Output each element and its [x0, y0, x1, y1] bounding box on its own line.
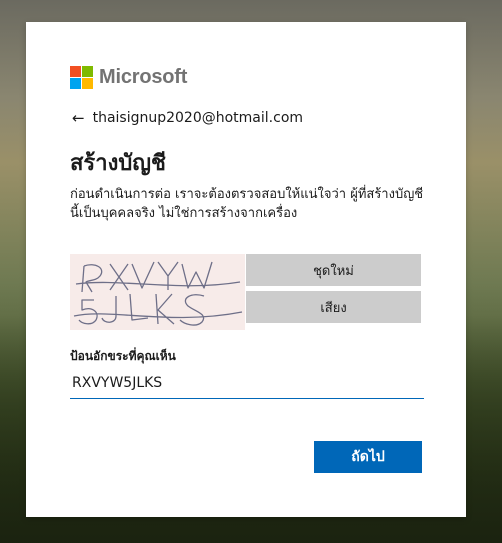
page-description: ก่อนดำเนินการต่อ เราจะต้องตรวจสอบให้แน่ใ…: [70, 187, 424, 221]
captcha-input-label: ป้อนอักขระที่คุณเห็น: [70, 349, 176, 363]
logo-square-green: [82, 66, 93, 77]
logo-square-yellow: [82, 78, 93, 89]
logo-square-blue: [70, 78, 81, 89]
captcha-image-graphic: [73, 261, 243, 326]
microsoft-logo-icon: [70, 66, 93, 89]
arrow-left-icon[interactable]: ←: [72, 109, 85, 127]
logo-square-red: [70, 66, 81, 77]
back-to-email[interactable]: ← thaisignup2020@hotmail.com: [72, 109, 303, 127]
next-button[interactable]: ถัดไป: [314, 441, 422, 473]
new-captcha-button[interactable]: ชุดใหม่: [246, 254, 421, 286]
account-email: thaisignup2020@hotmail.com: [92, 110, 304, 126]
microsoft-logo-text: Microsoft: [99, 66, 188, 88]
captcha-image: [70, 254, 245, 330]
page-title: สร้างบัญชี: [70, 151, 166, 176]
audio-captcha-button[interactable]: เสียง: [246, 291, 421, 323]
signup-card: Microsoft ← thaisignup2020@hotmail.com ส…: [26, 22, 466, 517]
captcha-input[interactable]: [70, 368, 424, 399]
microsoft-logo: Microsoft: [70, 66, 187, 89]
